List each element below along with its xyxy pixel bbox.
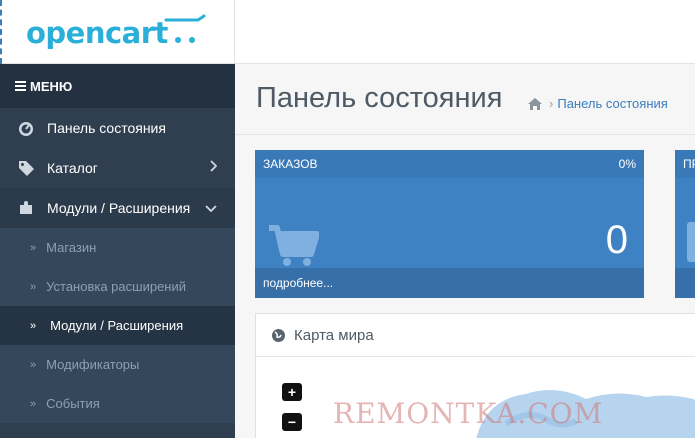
tile-title: ЗАКАЗОВ (263, 157, 318, 171)
tile-title: ПР (683, 157, 695, 171)
tile-more-link[interactable]: подробнее... (255, 268, 644, 298)
chevron-right-icon (210, 160, 217, 172)
logo-text: opencart (26, 16, 168, 50)
tile-percent: 0% (618, 157, 636, 171)
subitem-label: Модули / Расширения (50, 318, 184, 333)
sidebar-subitem-events[interactable]: » События (0, 384, 235, 423)
subitem-label: События (46, 396, 100, 411)
sidebar-item-dashboard[interactable]: Панель состояния (0, 108, 235, 148)
sidebar-subitem-modifications[interactable]: » Модификаторы (0, 345, 235, 384)
breadcrumb-separator: › (549, 96, 554, 111)
sidebar-subitem-store[interactable]: » Магазин (0, 228, 235, 267)
breadcrumb: › Панель состояния (527, 96, 668, 111)
cart-icon (269, 225, 319, 266)
menu-bars-icon (15, 79, 26, 93)
sidebar-item-label: Каталог (47, 160, 98, 176)
sidebar: МЕНЮ Панель состояния Каталог Модули / Р… (0, 64, 235, 438)
subitem-label: Модификаторы (46, 357, 140, 372)
sidebar-next-item[interactable] (0, 423, 235, 438)
breadcrumb-current[interactable]: Панель состояния (557, 96, 667, 111)
second-tile: ПР (675, 150, 695, 298)
logo-cart-icon (164, 14, 206, 43)
double-chevron-icon: » (30, 280, 37, 293)
sidebar-item-label: Панель состояния (47, 120, 166, 136)
page-title: Панель состояния (256, 82, 503, 114)
user-icon (687, 222, 695, 262)
divider (235, 134, 695, 135)
sidebar-item-catalog[interactable]: Каталог (0, 148, 235, 188)
home-icon[interactable] (527, 97, 543, 111)
tags-icon (18, 160, 40, 176)
zoom-in-button[interactable]: + (282, 383, 302, 401)
chevron-down-icon (205, 205, 217, 212)
header: opencart (0, 0, 695, 64)
tile-body: 0 (255, 178, 644, 268)
double-chevron-icon: » (30, 397, 37, 410)
globe-icon (272, 328, 285, 342)
tile-body (675, 178, 695, 268)
double-chevron-icon: » (30, 358, 37, 371)
menu-header[interactable]: МЕНЮ (0, 64, 235, 108)
watermark: REMONTKA.COM (333, 397, 604, 430)
zoom-out-button[interactable]: − (282, 413, 302, 431)
logo-area[interactable]: opencart (0, 0, 235, 64)
sidebar-item-label: Модули / Расширения (47, 200, 191, 216)
tile-heading: ПР (675, 150, 695, 178)
orders-tile: ЗАКАЗОВ 0% 0 подробнее... (255, 150, 644, 298)
double-chevron-icon: » (30, 241, 37, 254)
sidebar-item-extensions[interactable]: Модули / Расширения (0, 188, 235, 228)
puzzle-icon (18, 200, 40, 216)
sidebar-subitem-installer[interactable]: » Установка расширений (0, 267, 235, 306)
panel-heading: Карта мира (256, 314, 695, 357)
subitem-label: Магазин (46, 240, 97, 255)
menu-label: МЕНЮ (30, 78, 73, 94)
double-chevron-icon: » (30, 319, 37, 332)
tile-more-link[interactable] (675, 268, 695, 298)
sidebar-subitem-extensions[interactable]: » Модули / Расширения (0, 306, 235, 345)
tile-value: 0 (605, 218, 628, 262)
subitem-label: Установка расширений (46, 279, 186, 294)
panel-title: Карта мира (294, 326, 374, 344)
dashboard-icon (18, 120, 40, 136)
tile-heading: ЗАКАЗОВ 0% (255, 150, 644, 178)
